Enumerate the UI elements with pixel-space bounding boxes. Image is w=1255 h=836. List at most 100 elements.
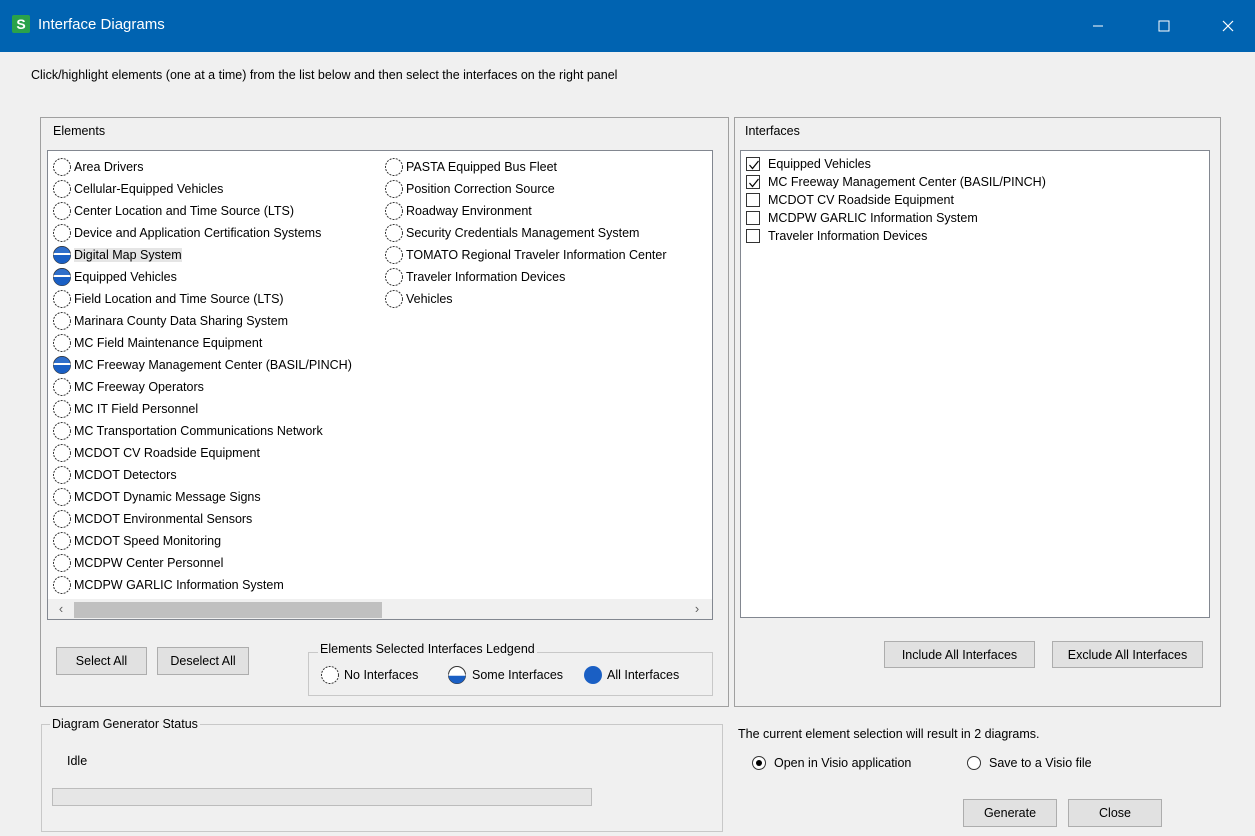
scroll-right-icon[interactable]: ›	[688, 601, 706, 617]
element-list-item[interactable]: Field Location and Time Source (LTS)	[52, 289, 284, 309]
element-label: Center Location and Time Source (LTS)	[74, 204, 295, 218]
element-list-item[interactable]: PASTA Equipped Bus Fleet	[384, 157, 557, 177]
element-list-item[interactable]: Area Drivers	[52, 157, 143, 177]
scroll-left-icon[interactable]: ‹	[52, 601, 70, 617]
element-list-item[interactable]: Center Location and Time Source (LTS)	[52, 201, 294, 221]
interface-list-item[interactable]: Equipped Vehicles	[746, 155, 871, 173]
element-list-item[interactable]: MCDOT Speed Monitoring	[52, 531, 221, 551]
element-label: MC Freeway Management Center (BASIL/PINC…	[74, 358, 352, 372]
interface-list-item[interactable]: MCDPW GARLIC Information System	[746, 209, 978, 227]
element-label: MCDOT Dynamic Message Signs	[74, 490, 261, 504]
no-interfaces-icon	[53, 422, 71, 440]
include-all-interfaces-button[interactable]: Include All Interfaces	[884, 641, 1035, 668]
interface-checkbox[interactable]	[746, 193, 760, 207]
element-list-item[interactable]: Position Correction Source	[384, 179, 555, 199]
element-list-item[interactable]: MCDPW Center Personnel	[52, 553, 223, 573]
app-icon: S	[12, 15, 30, 33]
interface-checkbox[interactable]	[746, 175, 760, 189]
empty-circle-icon	[321, 666, 339, 684]
element-label: Cellular-Equipped Vehicles	[74, 182, 224, 196]
scrollbar-thumb[interactable]	[74, 602, 382, 618]
element-label: MC Transportation Communications Network	[74, 424, 323, 438]
no-interfaces-icon	[385, 180, 403, 198]
radio-circle	[752, 756, 766, 770]
element-list-item[interactable]: MC Freeway Operators	[52, 377, 204, 397]
element-label: Area Drivers	[74, 160, 144, 174]
element-list-item[interactable]: Cellular-Equipped Vehicles	[52, 179, 223, 199]
interface-label: Traveler Information Devices	[768, 229, 928, 243]
element-label: Digital Map System	[74, 248, 182, 262]
interface-checkbox[interactable]	[746, 157, 760, 171]
elements-horizontal-scrollbar[interactable]: ‹ ›	[48, 599, 712, 619]
close-window-button[interactable]	[1205, 0, 1251, 52]
no-interfaces-icon	[53, 576, 71, 594]
element-list-item[interactable]: TOMATO Regional Traveler Information Cen…	[384, 245, 667, 265]
open-in-visio-label: Open in Visio application	[774, 756, 912, 770]
element-list-item[interactable]: MC Field Maintenance Equipment	[52, 333, 262, 353]
no-interfaces-icon	[53, 510, 71, 528]
element-label: MC IT Field Personnel	[74, 402, 199, 416]
element-list-item[interactable]: Marinara County Data Sharing System	[52, 311, 288, 331]
interface-list-item[interactable]: MC Freeway Management Center (BASIL/PINC…	[746, 173, 1046, 191]
diagram-generator-status-box	[41, 724, 723, 832]
element-list-item[interactable]: MCDOT CV Roadside Equipment	[52, 443, 260, 463]
save-to-visio-radio[interactable]: Save to a Visio file	[967, 753, 1092, 773]
element-list-item[interactable]: MCDPW GARLIC Information System	[52, 575, 284, 595]
select-all-button[interactable]: Select All	[56, 647, 147, 675]
element-list-item[interactable]: MC Freeway Management Center (BASIL/PINC…	[52, 355, 352, 375]
element-list-item[interactable]: MCDOT Detectors	[52, 465, 177, 485]
interface-label: Equipped Vehicles	[768, 157, 871, 171]
no-interfaces-icon	[53, 444, 71, 462]
generate-button[interactable]: Generate	[963, 799, 1057, 827]
no-interfaces-icon	[53, 158, 71, 176]
interface-checkbox[interactable]	[746, 211, 760, 225]
element-list-item[interactable]: Traveler Information Devices	[384, 267, 565, 287]
no-interfaces-icon	[385, 224, 403, 242]
no-interfaces-icon	[385, 246, 403, 264]
some-interfaces-icon	[53, 246, 71, 264]
element-list-item[interactable]: MC Transportation Communications Network	[52, 421, 323, 441]
close-button[interactable]: Close	[1068, 799, 1162, 827]
no-interfaces-icon	[53, 290, 71, 308]
half-circle-icon	[448, 666, 466, 684]
open-in-visio-radio[interactable]: Open in Visio application	[752, 753, 911, 773]
deselect-all-button[interactable]: Deselect All	[157, 647, 249, 675]
maximize-button[interactable]	[1141, 0, 1187, 52]
no-interfaces-icon	[53, 378, 71, 396]
legend-some-interfaces: Some Interfaces	[446, 664, 563, 686]
element-list-item[interactable]: Equipped Vehicles	[52, 267, 177, 287]
exclude-all-interfaces-button[interactable]: Exclude All Interfaces	[1052, 641, 1203, 668]
minimize-icon	[1093, 25, 1103, 27]
window-title: Interface Diagrams	[38, 16, 165, 33]
element-label: MC Freeway Operators	[74, 380, 204, 394]
elements-list[interactable]: Area Drivers Cellular-Equipped Vehicles Ce…	[47, 150, 713, 620]
element-list-item[interactable]: Device and Application Certification Sys…	[52, 223, 321, 243]
progress-bar	[52, 788, 592, 806]
element-label: Vehicles	[406, 292, 453, 306]
element-list-item[interactable]: MCDOT Dynamic Message Signs	[52, 487, 261, 507]
element-list-item[interactable]: Digital Map System	[52, 245, 182, 265]
checkmark-icon	[749, 160, 759, 170]
element-label: Marinara County Data Sharing System	[74, 314, 288, 328]
close-icon	[1222, 20, 1234, 32]
interface-list-item[interactable]: Traveler Information Devices	[746, 227, 927, 245]
element-label: MCDOT Speed Monitoring	[74, 534, 222, 548]
legend-title: Elements Selected Interfaces Ledgend	[318, 642, 537, 656]
no-interfaces-icon	[53, 312, 71, 330]
no-interfaces-icon	[385, 290, 403, 308]
element-label: MCDPW Center Personnel	[74, 556, 224, 570]
no-interfaces-icon	[53, 554, 71, 572]
legend-no-interfaces: No Interfaces	[320, 664, 418, 686]
no-interfaces-icon	[385, 268, 403, 286]
interface-checkbox[interactable]	[746, 229, 760, 243]
minimize-button[interactable]	[1075, 0, 1121, 52]
save-to-visio-label: Save to a Visio file	[989, 756, 1092, 770]
element-list-item[interactable]: MC IT Field Personnel	[52, 399, 198, 419]
legend-no-interfaces-label: No Interfaces	[344, 668, 419, 682]
title-bar: S Interface Diagrams	[0, 0, 1255, 52]
element-list-item[interactable]: Roadway Environment	[384, 201, 532, 221]
interface-list-item[interactable]: MCDOT CV Roadside Equipment	[746, 191, 954, 209]
element-list-item[interactable]: Security Credentials Management System	[384, 223, 639, 243]
element-list-item[interactable]: MCDOT Environmental Sensors	[52, 509, 252, 529]
element-list-item[interactable]: Vehicles	[384, 289, 453, 309]
